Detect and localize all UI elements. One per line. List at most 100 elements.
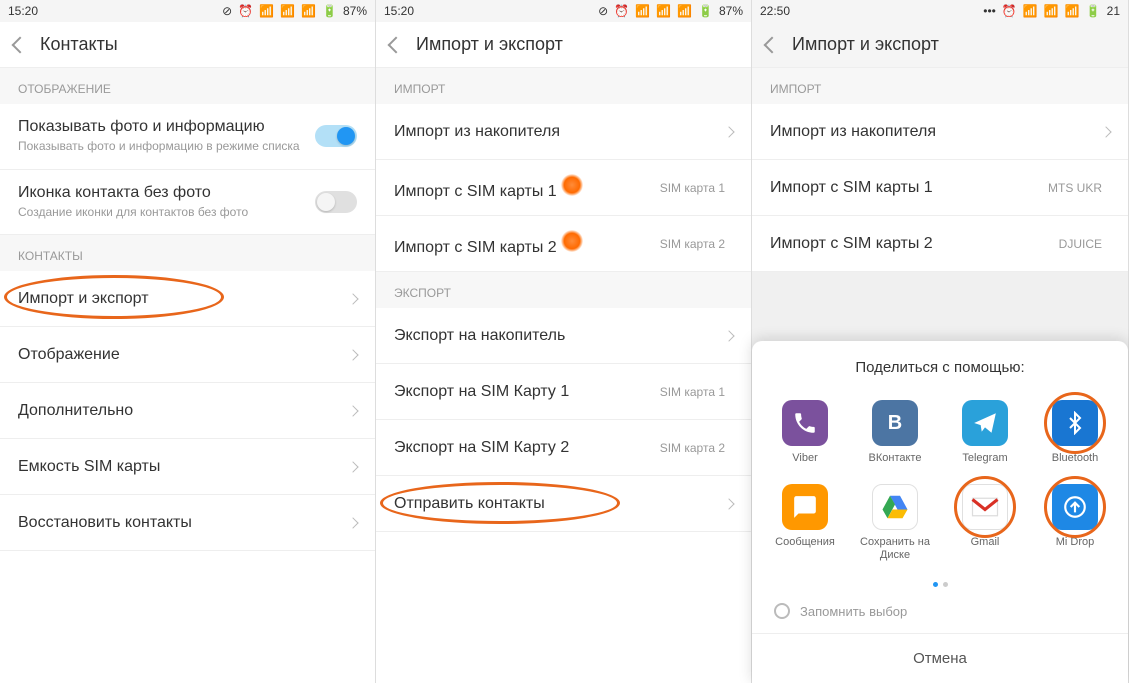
row-title: Отображение <box>18 346 349 364</box>
page-dots <box>752 580 1128 593</box>
share-label: Telegram <box>962 452 1007 465</box>
row-send-contacts[interactable]: Отправить контакты <box>376 476 751 532</box>
section-import: ИМПОРТ <box>376 68 751 104</box>
share-item-viber[interactable]: Viber <box>760 394 850 473</box>
bluetooth-icon <box>1052 400 1098 446</box>
toggle-on[interactable] <box>315 125 357 147</box>
battery-text: 21 <box>1107 4 1120 18</box>
signal-icon: 📶 <box>656 4 671 18</box>
share-label: ВКонтакте <box>869 452 922 465</box>
alarm-icon: ⏰ <box>238 4 253 18</box>
row-title: Импорт с SIM карты 2 <box>394 239 557 256</box>
row-import-sim2[interactable]: Импорт с SIM карты 2 SIM карта 2 <box>376 216 751 272</box>
row-title: Импорт из накопителя <box>770 123 1102 141</box>
row-restore-contacts[interactable]: Восстановить контакты <box>0 495 375 551</box>
row-import-sim1[interactable]: Импорт с SIM карты 1 SIM карта 1 <box>376 160 751 216</box>
row-show-photo[interactable]: Показывать фото и информацию Показывать … <box>0 104 375 170</box>
telegram-icon <box>962 400 1008 446</box>
row-title: Восстановить контакты <box>18 514 349 532</box>
wifi-icon: 📶 <box>635 4 650 18</box>
row-right: SIM карта 1 <box>660 181 725 195</box>
chevron-icon <box>723 330 734 341</box>
chevron-icon <box>347 517 358 528</box>
share-sheet: Поделиться с помощью: ViberBВКонтактеTel… <box>752 341 1128 683</box>
сообщения-icon <box>782 484 828 530</box>
row-import-sim2[interactable]: Импорт с SIM карты 2 DJUICE <box>752 216 1128 272</box>
remember-row[interactable]: Запомнить выбор <box>752 593 1128 633</box>
row-title: Импорт и экспорт <box>18 290 349 308</box>
row-title: Отправить контакты <box>394 495 725 513</box>
signal-icon: 📶 <box>280 4 295 18</box>
share-item-сообщения[interactable]: Сообщения <box>760 478 850 570</box>
dnd-icon: ⊘ <box>222 4 232 18</box>
gmail-icon <box>962 484 1008 530</box>
row-sim-capacity[interactable]: Емкость SIM карты <box>0 439 375 495</box>
back-icon[interactable] <box>764 36 781 53</box>
share-item-gmail[interactable]: Gmail <box>940 478 1030 570</box>
signal-icon: 📶 <box>1044 4 1059 18</box>
signal2-icon: 📶 <box>677 4 692 18</box>
row-import-export[interactable]: Импорт и экспорт <box>0 271 375 327</box>
row-title: Экспорт на SIM Карту 2 <box>394 439 660 457</box>
chevron-icon <box>347 461 358 472</box>
cancel-button[interactable]: Отмена <box>752 633 1128 683</box>
dnd-icon: ⊘ <box>598 4 608 18</box>
row-additional[interactable]: Дополнительно <box>0 383 375 439</box>
row-import-storage[interactable]: Импорт из накопителя <box>752 104 1128 160</box>
row-export-sim1[interactable]: Экспорт на SIM Карту 1 SIM карта 1 <box>376 364 751 420</box>
row-title: Экспорт на накопитель <box>394 327 725 345</box>
row-subtitle: Показывать фото и информацию в режиме сп… <box>18 139 315 155</box>
share-item-сохранить-на-диске[interactable]: Сохранить на Диске <box>850 478 940 570</box>
share-item-вконтакте[interactable]: BВКонтакте <box>850 394 940 473</box>
row-title: Экспорт на SIM Карту 1 <box>394 383 660 401</box>
row-title: Импорт с SIM карты 1 <box>770 179 1048 197</box>
row-right: DJUICE <box>1059 237 1102 251</box>
alarm-icon: ⏰ <box>1002 4 1017 18</box>
dot <box>943 582 948 587</box>
status-icons: ••• ⏰ 📶 📶 📶 🔋 21 <box>983 4 1120 18</box>
back-icon[interactable] <box>388 36 405 53</box>
toggle-off[interactable] <box>315 191 357 213</box>
share-item-telegram[interactable]: Telegram <box>940 394 1030 473</box>
alarm-icon: ⏰ <box>614 4 629 18</box>
row-title: Импорт с SIM карты 1 <box>394 183 557 200</box>
share-item-bluetooth[interactable]: Bluetooth <box>1030 394 1120 473</box>
annotation-dot <box>561 230 583 252</box>
status-time: 22:50 <box>760 4 790 18</box>
status-icons: ⊘ ⏰ 📶 📶 📶 🔋 87% <box>598 4 743 18</box>
section-display: ОТОБРАЖЕНИЕ <box>0 68 375 104</box>
battery-icon: 🔋 <box>1086 4 1101 18</box>
row-right: SIM карта 2 <box>660 441 725 455</box>
remember-label: Запомнить выбор <box>800 604 907 619</box>
row-export-sim2[interactable]: Экспорт на SIM Карту 2 SIM карта 2 <box>376 420 751 476</box>
more-icon: ••• <box>983 4 996 18</box>
chevron-icon <box>1100 126 1111 137</box>
share-label: Bluetooth <box>1052 452 1098 465</box>
row-right: SIM карта 1 <box>660 385 725 399</box>
row-title: Показывать фото и информацию <box>18 118 315 136</box>
row-export-storage[interactable]: Экспорт на накопитель <box>376 308 751 364</box>
back-icon[interactable] <box>12 36 29 53</box>
battery-icon: 🔋 <box>322 4 337 18</box>
row-display[interactable]: Отображение <box>0 327 375 383</box>
wifi-icon: 📶 <box>1023 4 1038 18</box>
row-subtitle: Создание иконки для контактов без фото <box>18 205 315 221</box>
chevron-icon <box>347 293 358 304</box>
annotation-dot <box>561 174 583 196</box>
page-title: Импорт и экспорт <box>792 34 939 55</box>
row-import-sim1[interactable]: Импорт с SIM карты 1 MTS UKR <box>752 160 1128 216</box>
status-time: 15:20 <box>8 4 38 18</box>
header: Контакты <box>0 22 375 68</box>
share-label: Mi Drop <box>1056 536 1095 549</box>
page-title: Импорт и экспорт <box>416 34 563 55</box>
row-right: MTS UKR <box>1048 181 1102 195</box>
share-label: Gmail <box>971 536 1000 549</box>
row-icon-nophoto[interactable]: Иконка контакта без фото Создание иконки… <box>0 170 375 236</box>
status-time: 15:20 <box>384 4 414 18</box>
viber-icon <box>782 400 828 446</box>
radio-icon[interactable] <box>774 603 790 619</box>
row-import-storage[interactable]: Импорт из накопителя <box>376 104 751 160</box>
screen-share: 22:50 ••• ⏰ 📶 📶 📶 🔋 21 Импорт и экспорт … <box>752 0 1129 683</box>
wifi-icon: 📶 <box>259 4 274 18</box>
share-item-mi-drop[interactable]: Mi Drop <box>1030 478 1120 570</box>
